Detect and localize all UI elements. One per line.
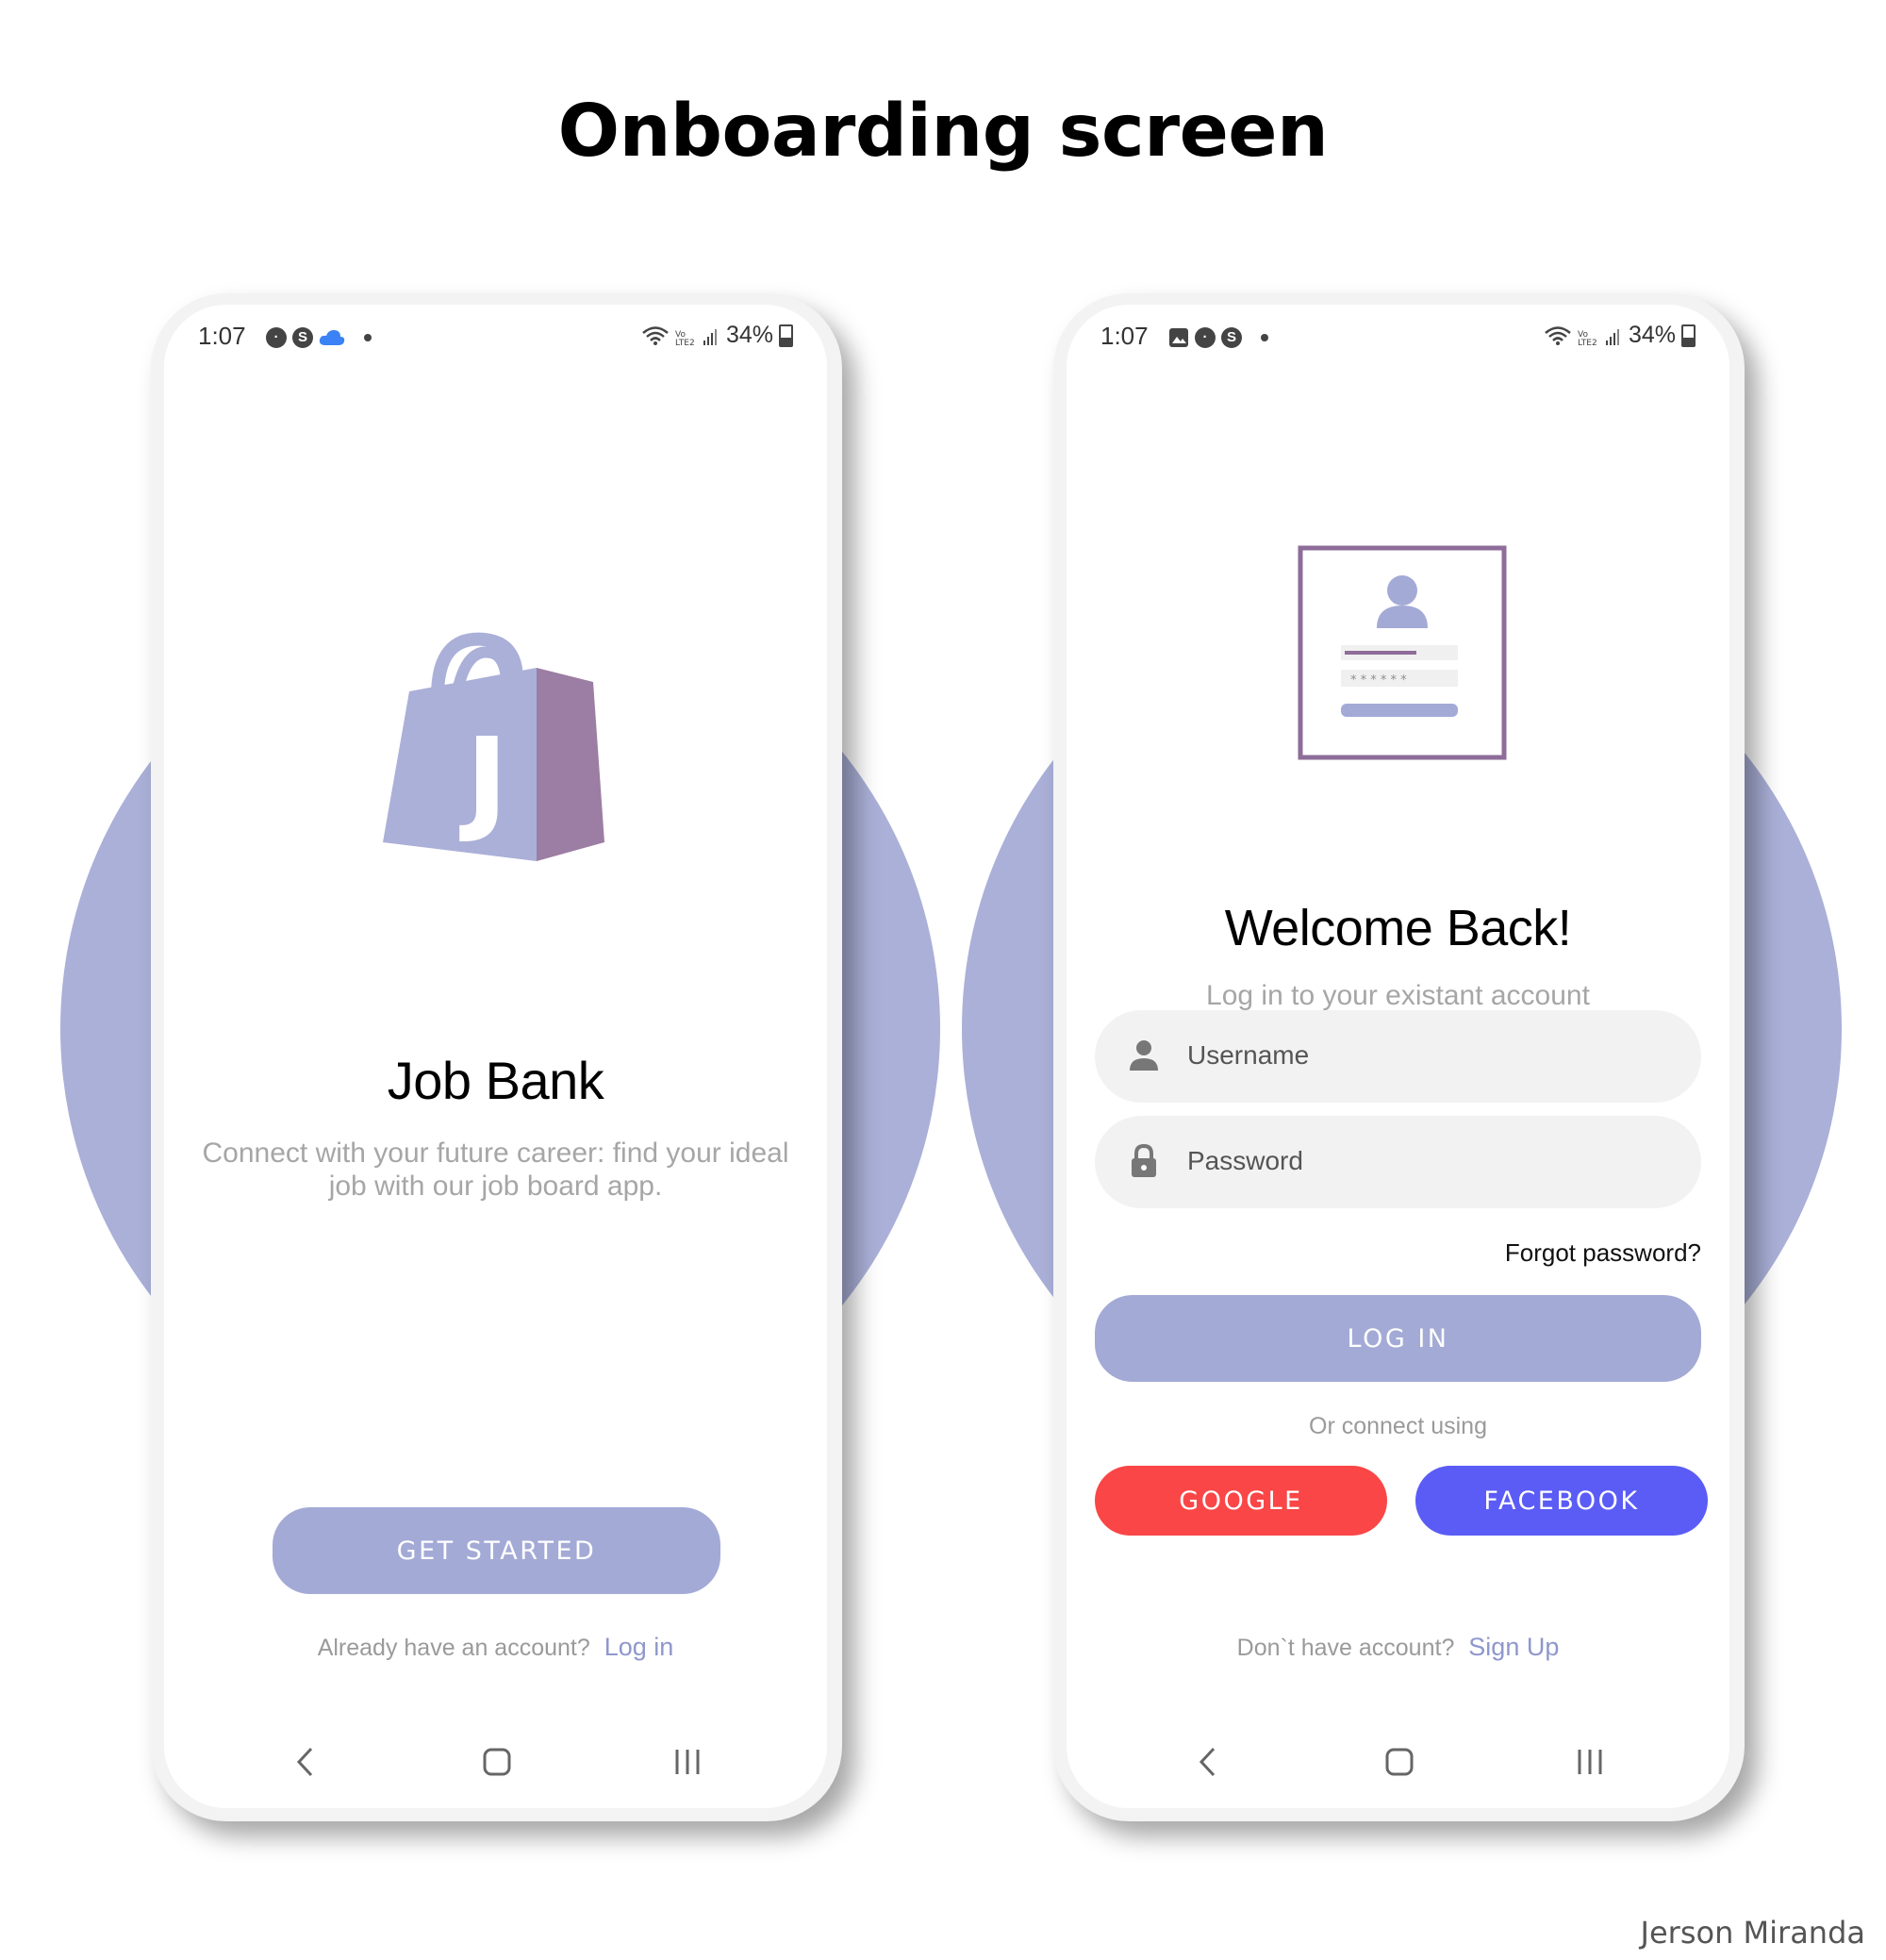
more-notifications-icon [364, 334, 372, 341]
recents-icon[interactable] [664, 1738, 711, 1786]
get-started-button[interactable]: GET STARTED [273, 1507, 720, 1594]
more-notifications-icon [1261, 334, 1268, 341]
login-link[interactable]: Log in [604, 1633, 674, 1661]
battery-percent: 34% [725, 322, 773, 348]
login-prompt: Already have an account? Log in [164, 1633, 827, 1662]
login-screen: 1:07 · S Vo LTE2 34% * * * * * * Welcome… [1067, 305, 1729, 1808]
home-icon[interactable] [473, 1738, 521, 1786]
lock-icon [1132, 1144, 1156, 1177]
login-illustration: * * * * * * [1298, 545, 1507, 760]
svg-text:LTE2: LTE2 [675, 339, 695, 346]
status-time: 1:07 [1100, 322, 1149, 350]
facebook-button[interactable]: FACEBOOK [1415, 1466, 1708, 1536]
signup-prompt-text: Don`t have account? [1236, 1635, 1455, 1661]
signup-prompt: Don`t have account? Sign Up [1067, 1633, 1729, 1662]
username-field[interactable]: Username [1095, 1010, 1701, 1103]
battery-percent: 34% [1628, 322, 1676, 348]
wifi-icon [642, 325, 669, 345]
password-mask: * * * * * * [1350, 673, 1407, 688]
password-field[interactable]: Password [1095, 1116, 1701, 1208]
svg-text:LTE2: LTE2 [1578, 339, 1597, 346]
onboarding-screen: 1:07 · S Vo LTE2 34% J Job Bank Connect … [164, 305, 827, 1808]
cloud-icon [319, 330, 345, 345]
notification-icon: · [1195, 327, 1216, 348]
s-app-icon: S [1221, 327, 1242, 348]
app-tagline: Connect with your future career: find yo… [202, 1138, 789, 1202]
image-icon [1169, 328, 1188, 347]
battery-icon [1681, 324, 1696, 347]
status-bar: 1:07 · S Vo LTE2 34% [164, 322, 827, 359]
signal-icon: VoLTE2 [675, 328, 717, 346]
forgot-password-link[interactable]: Forgot password? [1505, 1238, 1701, 1268]
logo-letter: J [459, 715, 508, 846]
phone-frame-login: 1:07 · S Vo LTE2 34% * * * * * * Welcome… [1053, 293, 1745, 1821]
job-bank-logo: J [383, 632, 604, 861]
connect-text: Or connect using [1309, 1413, 1487, 1439]
author-signature: Jerson Miranda [1640, 1915, 1865, 1951]
recents-icon[interactable] [1566, 1738, 1613, 1786]
google-button[interactable]: GOOGLE [1095, 1466, 1387, 1536]
signal-icon: VoLTE2 [1578, 328, 1619, 346]
login-button[interactable]: LOG IN [1095, 1295, 1701, 1382]
signup-link[interactable]: Sign Up [1468, 1633, 1559, 1661]
system-nav-bar [1067, 1738, 1729, 1786]
password-placeholder: Password [1187, 1146, 1303, 1175]
battery-icon [779, 324, 793, 347]
username-placeholder: Username [1187, 1040, 1310, 1070]
back-icon[interactable] [1184, 1738, 1232, 1786]
home-icon[interactable] [1376, 1738, 1423, 1786]
system-nav-bar [164, 1738, 827, 1786]
back-icon[interactable] [282, 1738, 329, 1786]
notification-icon: · [266, 327, 287, 348]
status-bar: 1:07 · S Vo LTE2 34% [1067, 322, 1729, 359]
user-icon [1130, 1040, 1158, 1071]
phone-frame-onboarding: 1:07 · S Vo LTE2 34% J Job Bank Connect … [151, 293, 842, 1821]
app-name: Job Bank [387, 1051, 604, 1110]
welcome-heading: Welcome Back! [1224, 900, 1572, 956]
wifi-icon [1545, 325, 1571, 345]
account-prompt-text: Already have an account? [317, 1635, 590, 1661]
s-app-icon: S [292, 327, 313, 348]
welcome-subheading: Log in to your existant account [1206, 980, 1590, 1011]
status-time: 1:07 [198, 322, 246, 350]
page-title: Onboarding screen [557, 90, 1329, 174]
